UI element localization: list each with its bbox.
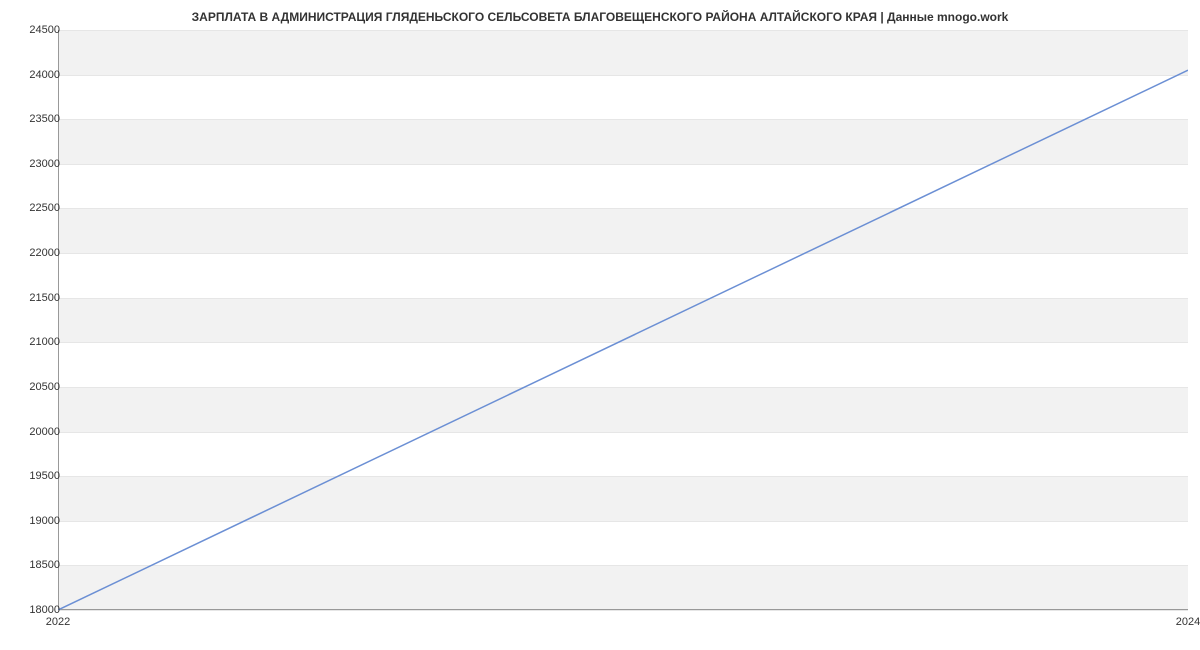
y-tick-label: 22000: [10, 247, 60, 259]
y-tick-label: 24000: [10, 69, 60, 81]
x-tick-label: 2022: [46, 616, 70, 628]
y-tick-label: 20000: [10, 426, 60, 438]
y-tick-label: 19500: [10, 470, 60, 482]
y-tick-label: 19000: [10, 515, 60, 527]
chart-title: ЗАРПЛАТА В АДМИНИСТРАЦИЯ ГЛЯДЕНЬСКОГО СЕ…: [0, 10, 1200, 24]
y-tick-label: 22500: [10, 202, 60, 214]
plot-area: [58, 30, 1188, 610]
y-tick-label: 23500: [10, 113, 60, 125]
y-tick-label: 18000: [10, 604, 60, 616]
grid-line: [58, 610, 1188, 611]
y-tick-label: 21500: [10, 292, 60, 304]
y-tick-label: 18500: [10, 559, 60, 571]
series-line: [58, 70, 1188, 610]
y-tick-label: 24500: [10, 24, 60, 36]
y-tick-label: 21000: [10, 336, 60, 348]
data-line: [58, 30, 1188, 610]
y-tick-label: 20500: [10, 381, 60, 393]
x-tick-label: 2024: [1176, 616, 1200, 628]
y-tick-label: 23000: [10, 158, 60, 170]
